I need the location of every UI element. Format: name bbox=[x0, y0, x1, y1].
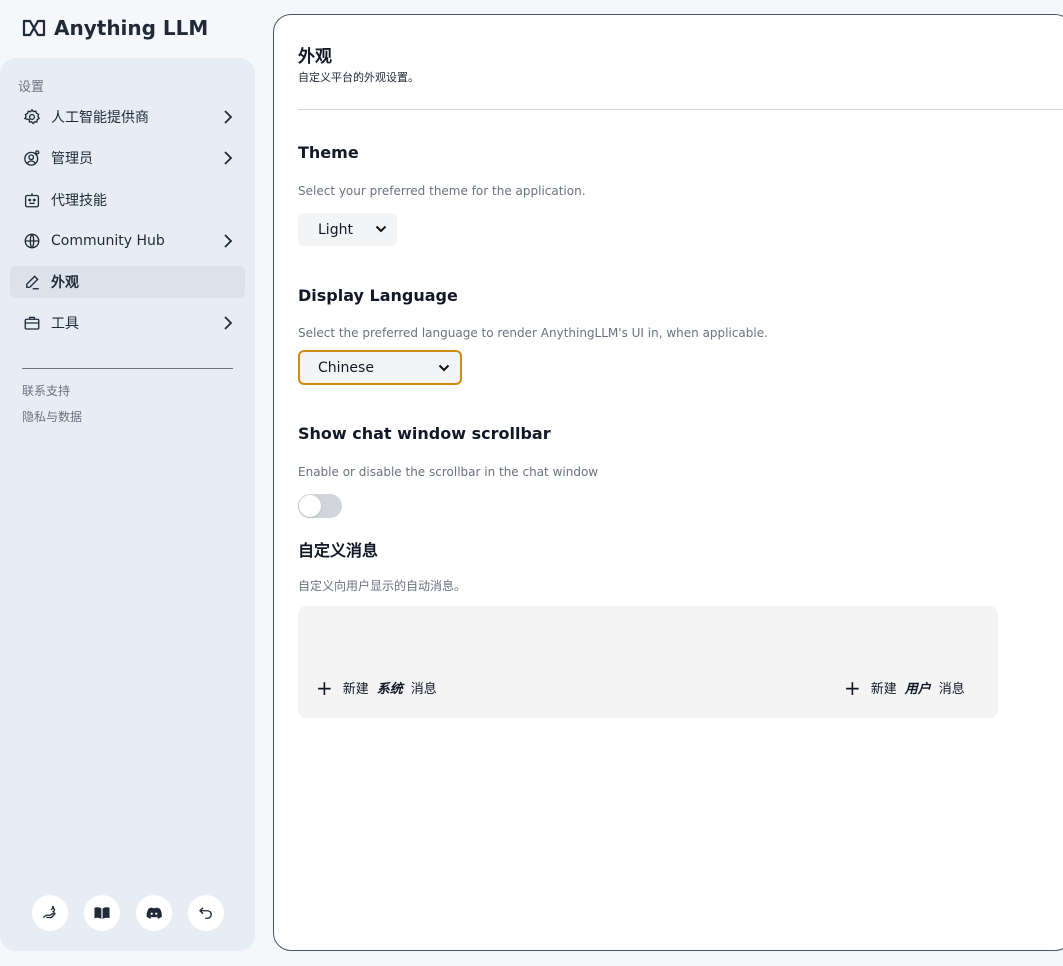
sidebar-item-tools[interactable]: 工具 bbox=[10, 307, 245, 339]
user-gear-icon bbox=[23, 149, 41, 167]
custom-messages-description: 自定义向用户显示的自动消息。 bbox=[298, 579, 467, 593]
sidebar-menu: 人工智能提供商 管理员 代理技能 Community Hub 外观 工具 bbox=[10, 101, 245, 349]
briefcase-icon bbox=[23, 314, 41, 332]
chevron-right-icon bbox=[224, 234, 233, 248]
button-emphasis: 用户 bbox=[904, 682, 931, 697]
sidebar-section-label: 设置 bbox=[18, 80, 45, 95]
header-divider bbox=[298, 109, 1063, 110]
appearance-panel: 外观 自定义平台的外观设置。 Theme Select your preferr… bbox=[273, 14, 1063, 951]
new-user-message-button[interactable]: + 新建 用户 消息 bbox=[844, 675, 965, 700]
pencil-icon bbox=[23, 273, 41, 291]
sidebar-item-appearance[interactable]: 外观 bbox=[10, 266, 245, 299]
scrollbar-title: Show chat window scrollbar bbox=[298, 424, 551, 443]
sidebar-item-ai-providers[interactable]: 人工智能提供商 bbox=[10, 101, 245, 133]
plus-icon: + bbox=[844, 675, 861, 700]
sidebar-item-agent-skills[interactable]: 代理技能 bbox=[10, 184, 245, 216]
sidebar-item-label: 代理技能 bbox=[51, 192, 107, 209]
theme-title: Theme bbox=[298, 143, 359, 162]
discord-button[interactable] bbox=[136, 895, 172, 931]
new-system-message-button[interactable]: + 新建 系统 消息 bbox=[316, 675, 437, 700]
button-emphasis: 系统 bbox=[376, 682, 403, 697]
back-button[interactable] bbox=[188, 895, 224, 931]
language-select-value: Chinese bbox=[318, 359, 374, 376]
sidebar-footer bbox=[32, 895, 224, 931]
app-logo: Anything LLM bbox=[22, 16, 208, 40]
sidebar: 设置 人工智能提供商 管理员 代理技能 Community Hub 外观 工具 … bbox=[0, 58, 255, 951]
theme-select-value: Light bbox=[318, 221, 353, 238]
custom-messages-title: 自定义消息 bbox=[298, 541, 379, 560]
logo-icon bbox=[22, 19, 46, 37]
language-title: Display Language bbox=[298, 286, 458, 305]
globe-icon bbox=[23, 232, 41, 250]
back-arrow-icon bbox=[199, 907, 212, 919]
button-suffix: 消息 bbox=[410, 682, 437, 697]
sidebar-item-label: Community Hub bbox=[51, 232, 165, 249]
plus-icon: + bbox=[316, 675, 333, 700]
book-icon bbox=[94, 907, 110, 919]
robot-icon bbox=[23, 191, 41, 209]
hand-help-icon bbox=[42, 905, 56, 919]
sidebar-item-community-hub[interactable]: Community Hub bbox=[10, 225, 245, 257]
help-button[interactable] bbox=[32, 895, 68, 931]
chevron-down-icon bbox=[375, 225, 387, 233]
gear-icon bbox=[23, 108, 41, 126]
sidebar-item-admin[interactable]: 管理员 bbox=[10, 142, 245, 174]
theme-description: Select your preferred theme for the appl… bbox=[298, 184, 586, 198]
contact-support-link[interactable]: 联系支持 bbox=[22, 382, 70, 399]
chevron-right-icon bbox=[224, 316, 233, 331]
button-suffix: 消息 bbox=[938, 682, 965, 697]
sidebar-item-label: 外观 bbox=[51, 275, 79, 292]
page-subtitle: 自定义平台的外观设置。 bbox=[298, 71, 419, 84]
button-prefix: 新建 bbox=[870, 682, 897, 697]
sidebar-item-label: 管理员 bbox=[51, 151, 93, 168]
page-title: 外观 bbox=[298, 47, 332, 67]
chevron-right-icon bbox=[224, 110, 233, 124]
logo-text: Anything LLM bbox=[54, 16, 209, 40]
language-description: Select the preferred language to render … bbox=[298, 326, 768, 340]
sidebar-item-label: 人工智能提供商 bbox=[51, 110, 149, 126]
language-select[interactable]: Chinese bbox=[298, 350, 462, 385]
scrollbar-description: Enable or disable the scrollbar in the c… bbox=[298, 465, 599, 479]
button-prefix: 新建 bbox=[342, 682, 369, 697]
custom-messages-box: + 新建 系统 消息 + 新建 用户 消息 bbox=[298, 606, 998, 718]
theme-select[interactable]: Light bbox=[298, 213, 397, 246]
chevron-right-icon bbox=[224, 151, 233, 165]
toggle-knob bbox=[299, 495, 321, 517]
sidebar-divider bbox=[22, 368, 233, 369]
privacy-data-link[interactable]: 隐私与数据 bbox=[22, 408, 82, 425]
docs-button[interactable] bbox=[84, 895, 120, 931]
chevron-down-icon bbox=[438, 364, 450, 372]
sidebar-item-label: 工具 bbox=[51, 316, 79, 333]
scrollbar-toggle[interactable] bbox=[298, 494, 342, 518]
discord-icon bbox=[146, 907, 162, 919]
